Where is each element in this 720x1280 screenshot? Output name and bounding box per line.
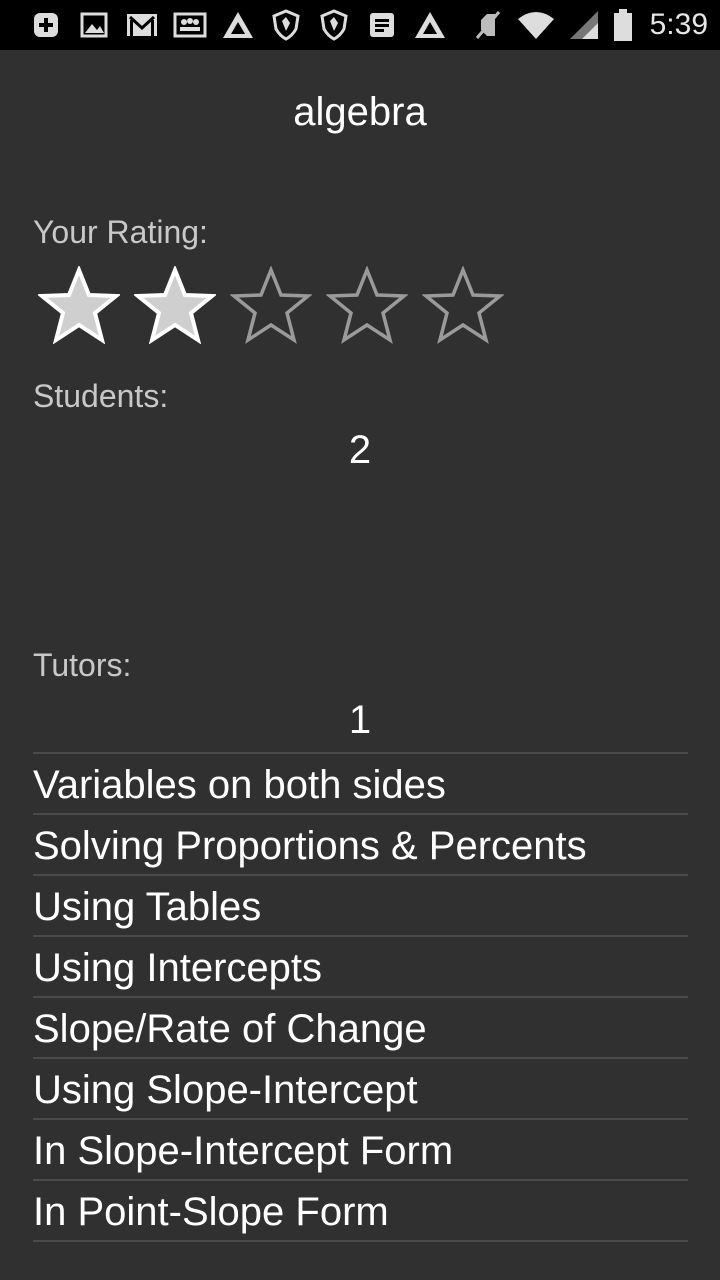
battery-icon	[608, 8, 638, 42]
topic-list: Variables on both sides Solving Proportio…	[33, 752, 688, 1242]
topic-item[interactable]: Using Intercepts	[33, 937, 688, 998]
image-icon	[70, 8, 118, 42]
group-icon	[166, 8, 214, 42]
students-label: Students:	[33, 378, 169, 414]
system-icons: 5:39	[464, 6, 708, 44]
star-empty-icon[interactable]	[230, 266, 312, 344]
triangle-app-icon	[406, 8, 454, 42]
signal-icon	[560, 8, 608, 42]
topic-item[interactable]: Solving Proportions & Percents	[33, 815, 688, 876]
triangle-app-icon	[214, 8, 262, 42]
rating-label: Your Rating:	[33, 214, 208, 250]
students-count: 2	[348, 428, 372, 472]
star-empty-icon[interactable]	[326, 266, 408, 344]
topic-item[interactable]: Using Tables	[33, 876, 688, 937]
star-filled-icon[interactable]	[38, 266, 120, 344]
topic-item[interactable]: In Slope-Intercept Form	[33, 1120, 688, 1181]
status-time: 5:39	[649, 8, 708, 41]
wifi-icon	[512, 8, 560, 42]
shield-icon	[262, 8, 310, 42]
tutors-label: Tutors:	[33, 647, 132, 683]
topic-item[interactable]: Using Slope-Intercept	[33, 1059, 688, 1120]
topic-item[interactable]: Variables on both sides	[33, 754, 688, 815]
status-bar: 5:39	[0, 0, 720, 50]
notification-icons	[22, 8, 454, 42]
tutors-count: 1	[348, 698, 372, 742]
mute-icon	[464, 8, 512, 42]
gmail-icon	[118, 8, 166, 42]
star-empty-icon[interactable]	[422, 266, 504, 344]
topic-item[interactable]: Slope/Rate of Change	[33, 998, 688, 1059]
topic-item[interactable]: In Point-Slope Form	[33, 1181, 688, 1242]
rating-bar[interactable]	[38, 266, 504, 344]
star-filled-icon[interactable]	[134, 266, 216, 344]
subject-title: algebra	[293, 90, 427, 134]
plus-icon	[22, 8, 70, 42]
shield-icon	[310, 8, 358, 42]
notes-icon	[358, 8, 406, 42]
